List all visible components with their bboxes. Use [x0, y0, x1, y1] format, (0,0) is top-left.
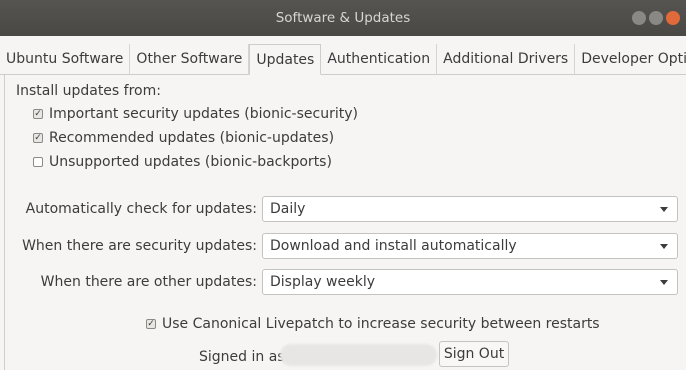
security-updates-label: Important security updates (bionic-secur…	[49, 106, 358, 122]
minimize-icon[interactable]	[632, 11, 646, 25]
security-updates-value: Download and install automatically	[270, 238, 517, 254]
title-bar: Software & Updates	[0, 0, 686, 36]
recommended-updates-checkbox[interactable]: ✓ Recommended updates (bionic-updates)	[33, 130, 334, 146]
redacted-account	[280, 344, 437, 366]
other-updates-row: When there are other updates: Display we…	[5, 269, 686, 295]
other-updates-action-label: When there are other updates:	[40, 274, 257, 290]
security-updates-row: When there are security updates: Downloa…	[5, 233, 686, 259]
checkbox-unchecked-icon	[33, 157, 43, 167]
tab-bar: Ubuntu Software Other Software Updates A…	[0, 44, 686, 75]
tab-ubuntu-software[interactable]: Ubuntu Software	[0, 44, 131, 74]
checkbox-checked-icon: ✓	[146, 319, 156, 329]
signed-in-label: Signed in as	[199, 349, 285, 365]
tab-other-software[interactable]: Other Software	[130, 44, 250, 74]
tab-additional-drivers[interactable]: Additional Drivers	[437, 44, 576, 74]
auto-check-label: Automatically check for updates:	[25, 201, 257, 217]
maximize-icon[interactable]	[649, 11, 663, 25]
security-updates-checkbox[interactable]: ✓ Important security updates (bionic-sec…	[33, 106, 358, 122]
dropdown-arrow-icon	[660, 207, 668, 212]
livepatch-label: Use Canonical Livepatch to increase secu…	[162, 316, 600, 332]
install-updates-heading: Install updates from:	[16, 83, 161, 99]
sign-out-button[interactable]: Sign Out	[439, 341, 509, 367]
auto-check-value: Daily	[270, 201, 306, 217]
close-icon[interactable]	[666, 11, 680, 25]
window-title: Software & Updates	[275, 10, 411, 26]
window-controls	[632, 11, 680, 25]
security-updates-dropdown[interactable]: Download and install automatically	[262, 233, 678, 259]
updates-panel: Install updates from: ✓ Important securi…	[4, 74, 686, 370]
checkbox-checked-icon: ✓	[33, 109, 43, 119]
backports-updates-label: Unsupported updates (bionic-backports)	[49, 154, 332, 170]
other-updates-value: Display weekly	[270, 274, 376, 290]
recommended-updates-label: Recommended updates (bionic-updates)	[49, 130, 335, 146]
security-updates-action-label: When there are security updates:	[22, 238, 257, 254]
livepatch-checkbox[interactable]: ✓ Use Canonical Livepatch to increase se…	[146, 316, 600, 332]
dropdown-arrow-icon	[660, 244, 668, 249]
auto-check-row: Automatically check for updates: Daily	[5, 196, 686, 222]
checkbox-checked-icon: ✓	[33, 133, 43, 143]
auto-check-dropdown[interactable]: Daily	[262, 196, 678, 222]
tab-updates[interactable]: Updates	[249, 44, 322, 75]
tab-developer-options[interactable]: Developer Options	[575, 44, 686, 74]
dropdown-arrow-icon	[660, 280, 668, 285]
other-updates-dropdown[interactable]: Display weekly	[262, 269, 678, 295]
backports-updates-checkbox[interactable]: Unsupported updates (bionic-backports)	[33, 154, 332, 170]
tab-authentication[interactable]: Authentication	[321, 44, 438, 74]
